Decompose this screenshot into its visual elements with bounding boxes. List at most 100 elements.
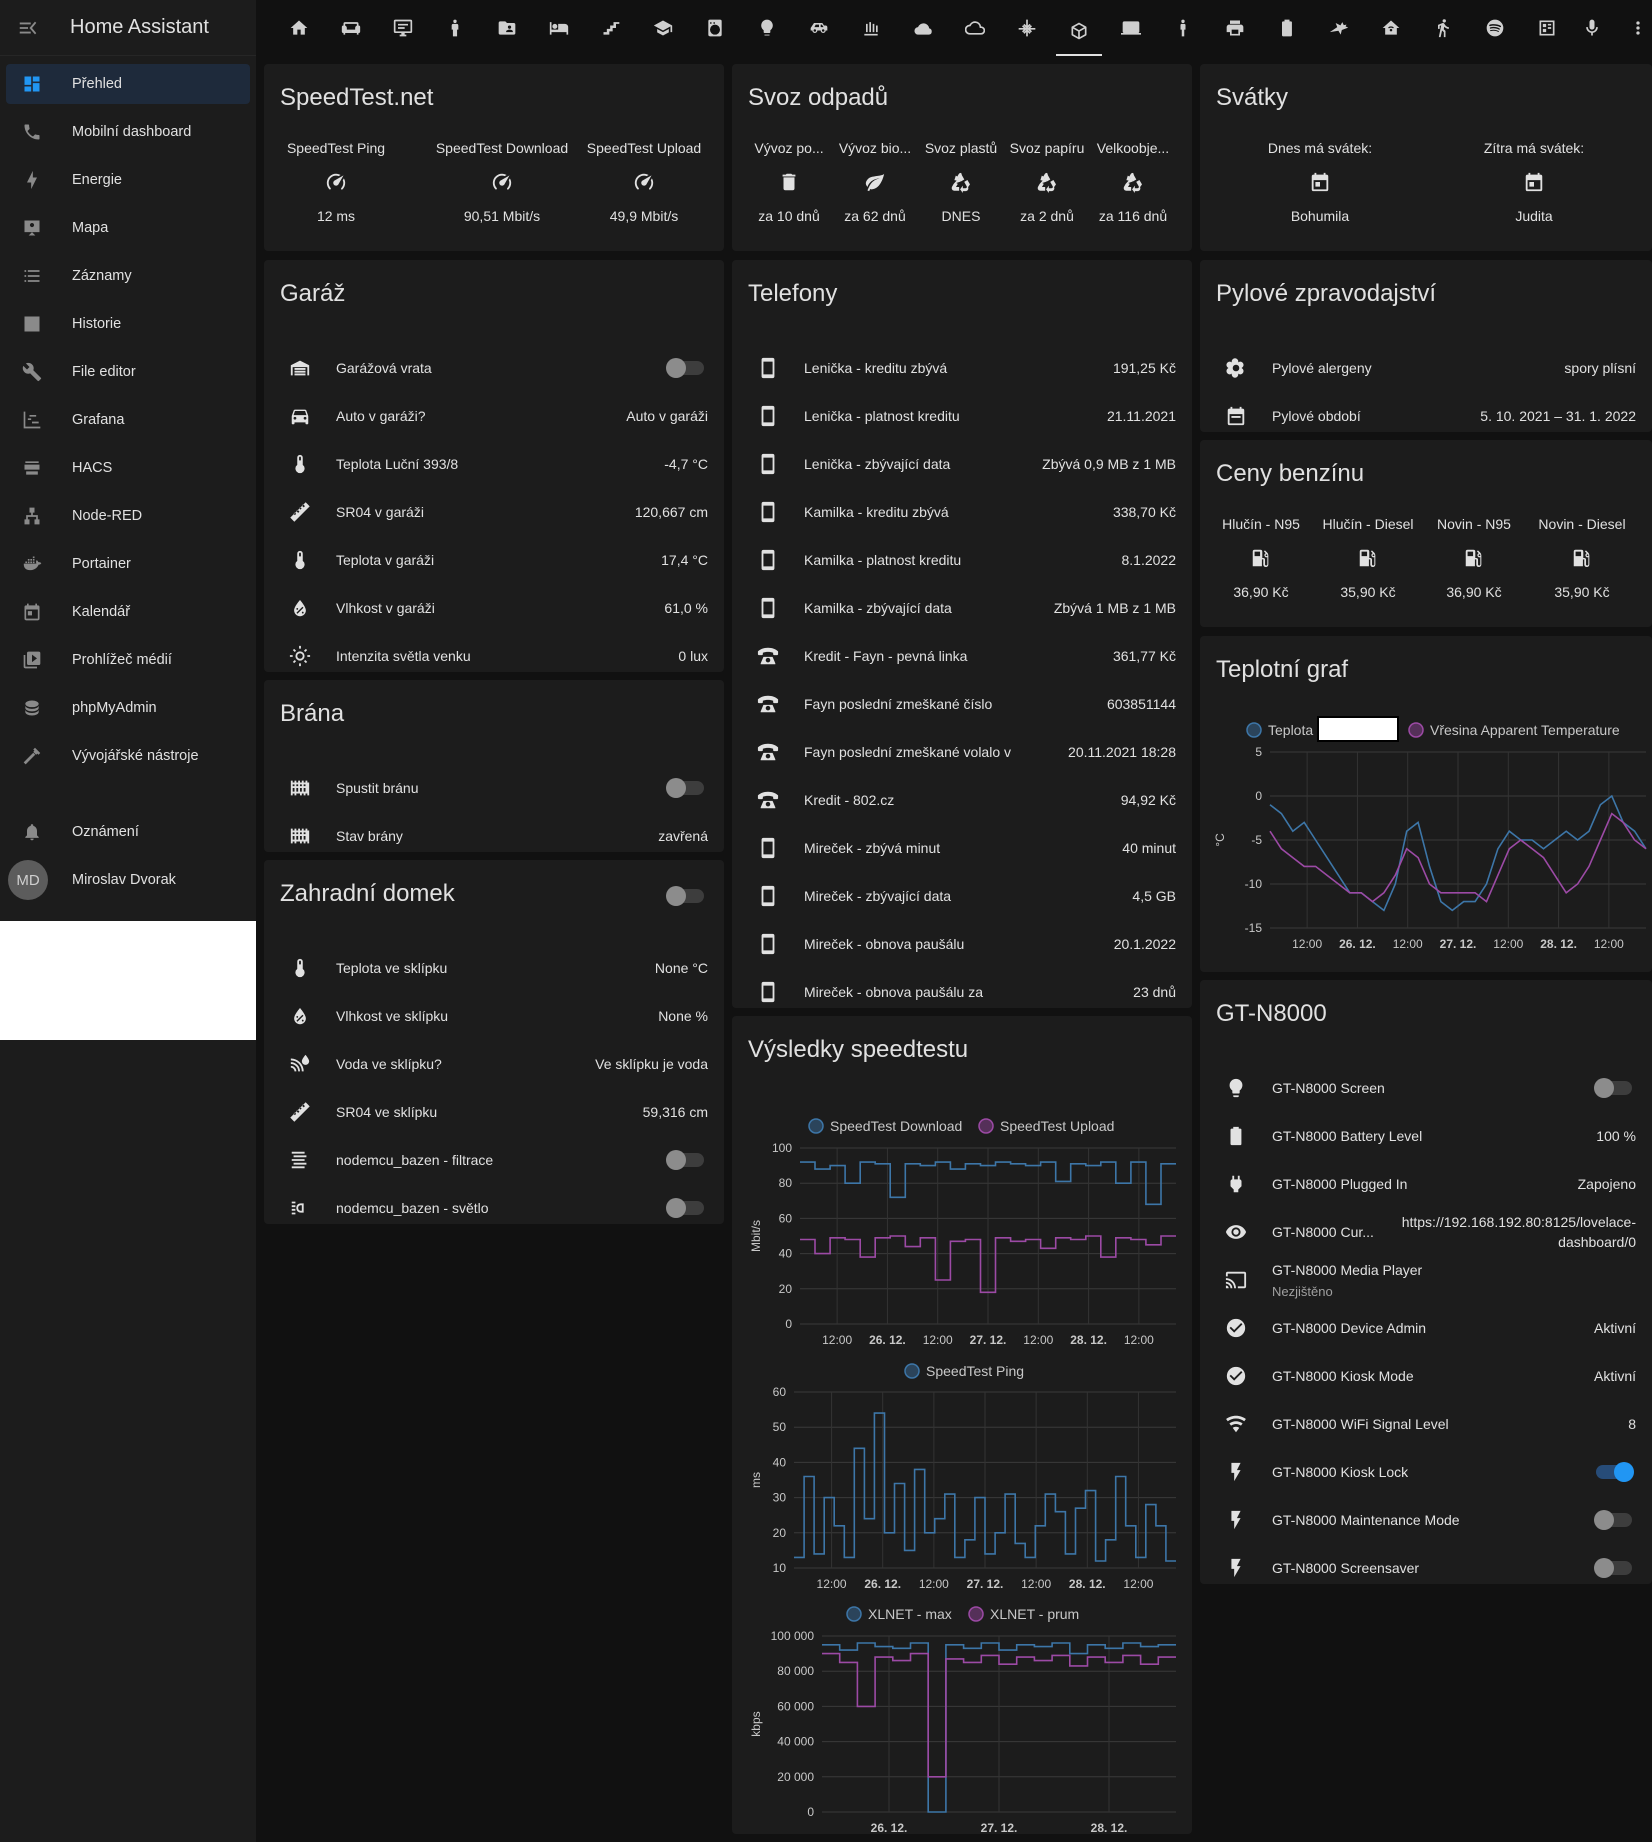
entity-row[interactable]: GT-N8000 Battery Level 100 % (1200, 1116, 1652, 1156)
sidebar-item-file-editor[interactable]: File editor (6, 352, 250, 392)
tab-washing[interactable] (692, 8, 738, 48)
menu-icon[interactable] (17, 17, 51, 39)
glance-item[interactable]: Svoz plastů DNES (918, 140, 1004, 230)
entity-row[interactable]: GT-N8000 Screen (1200, 1068, 1652, 1108)
tab-run[interactable] (1420, 8, 1466, 48)
entity-row[interactable]: GT-N8000 WiFi Signal Level 8 (1200, 1404, 1652, 1444)
sidebar-item-grafana[interactable]: Grafana (6, 400, 250, 440)
sidebar-item-historie[interactable]: Historie (6, 304, 250, 344)
tab-bed[interactable] (536, 8, 582, 48)
entity-row[interactable]: Fayn poslední zmeškané číslo 603851144 (732, 684, 1192, 724)
tab-sofa[interactable] (328, 8, 374, 48)
tab-monitor[interactable] (380, 8, 426, 48)
entity-toggle[interactable] (666, 1150, 704, 1170)
glance-item[interactable]: Novin - N95 36,90 Kč (1426, 516, 1522, 606)
entity-row[interactable]: Lenička - platnost kreditu 21.11.2021 (732, 396, 1192, 436)
sidebar-item-user[interactable]: MD Miroslav Dvorak (6, 860, 250, 900)
glance-item[interactable]: Zítra má svátek: Judita (1444, 140, 1624, 230)
entity-row[interactable]: Teplota v garáži 17,4 °C (264, 540, 724, 580)
entity-row[interactable]: GT-N8000 Media Player Nezjištěno (1200, 1260, 1652, 1300)
entity-row[interactable]: nodemcu_bazen - světlo (264, 1188, 724, 1228)
tab-school[interactable] (640, 8, 686, 48)
glance-item[interactable]: SpeedTest Ping 12 ms (280, 140, 392, 230)
glance-item[interactable]: SpeedTest Upload 49,9 Mbit/s (564, 140, 724, 230)
tab-home[interactable] (276, 8, 322, 48)
tab-spotify[interactable] (1472, 8, 1518, 48)
tab-weather[interactable] (900, 8, 946, 48)
entity-row[interactable]: Teplota ve sklípku None °C (264, 948, 724, 988)
entity-toggle[interactable] (1594, 1558, 1632, 1578)
entity-toggle[interactable] (666, 358, 704, 378)
dots-vertical-button[interactable] (1622, 12, 1652, 44)
entity-toggle[interactable] (666, 778, 704, 798)
tab-pool[interactable] (1524, 8, 1570, 48)
entity-row[interactable]: GT-N8000 Kiosk Mode Aktivní (1200, 1356, 1652, 1396)
tab-cube[interactable] (1056, 8, 1102, 56)
entity-row[interactable]: Lenička - zbývající data Zbývá 0,9 MB z 1… (732, 444, 1192, 484)
sidebar-item-z-znamy[interactable]: Záznamy (6, 256, 250, 296)
entity-row[interactable]: Kamilka - platnost kreditu 8.1.2022 (732, 540, 1192, 580)
tab-cloud[interactable] (952, 8, 998, 48)
glance-item[interactable]: Vývoz po... za 10 dnů (746, 140, 832, 230)
tab-lamp[interactable] (744, 8, 790, 48)
entity-row[interactable]: Lenička - kreditu zbývá 191,25 Kč (732, 348, 1192, 388)
entity-row[interactable]: Kredit - Fayn - pevná linka 361,77 Kč (732, 636, 1192, 676)
sidebar-item-prohl-e-m-di-[interactable]: Prohlížeč médií (6, 640, 250, 680)
entity-row[interactable]: Mireček - obnova paušálu 20.1.2022 (732, 924, 1192, 964)
glance-item[interactable]: Hlučín - Diesel 35,90 Kč (1318, 516, 1418, 606)
entity-row[interactable]: Kamilka - kreditu zbývá 338,70 Kč (732, 492, 1192, 532)
entity-row[interactable]: GT-N8000 Kiosk Lock (1200, 1452, 1652, 1492)
glance-item[interactable]: Svoz papíru za 2 dnů (1004, 140, 1090, 230)
entity-row[interactable]: GT-N8000 Maintenance Mode (1200, 1500, 1652, 1540)
tab-human-child[interactable] (432, 8, 478, 48)
glance-item[interactable]: Vývoz bio... za 62 dnů (832, 140, 918, 230)
sidebar-item-portainer[interactable]: Portainer (6, 544, 250, 584)
entity-toggle[interactable] (1594, 1078, 1632, 1098)
glance-item[interactable]: Velkoobje... za 116 dnů (1090, 140, 1176, 230)
tab-printer[interactable] (1212, 8, 1258, 48)
tab-laptop[interactable] (1108, 8, 1154, 48)
entity-row[interactable]: Voda ve sklípku? Ve sklípku je voda (264, 1044, 724, 1084)
tab-heat[interactable] (848, 8, 894, 48)
entity-row[interactable]: GT-N8000 Cur... https://192.168.192.80:81… (1200, 1212, 1652, 1252)
mic-button[interactable] (1576, 12, 1608, 44)
entity-row[interactable]: Mireček - zbývající data 4,5 GB (732, 876, 1192, 916)
entity-row[interactable]: Vlhkost ve sklípku None % (264, 996, 724, 1036)
glance-item[interactable]: Novin - Diesel 35,90 Kč (1530, 516, 1634, 606)
sidebar-item-v-voj-sk-n-stroje[interactable]: Vývojářské nástroje (6, 736, 250, 776)
tab-bird[interactable] (1316, 8, 1362, 48)
tab-car-side[interactable] (796, 8, 842, 48)
entity-row[interactable]: GT-N8000 Device Admin Aktivní (1200, 1308, 1652, 1348)
entity-row[interactable]: nodemcu_bazen - filtrace (264, 1140, 724, 1180)
sidebar-item-node-red[interactable]: Node-RED (6, 496, 250, 536)
entity-row[interactable]: Intenzita světla venku 0 lux (264, 636, 724, 676)
tab-folder-account[interactable] (484, 8, 530, 48)
sidebar-item-notifications[interactable]: Oznámení (6, 812, 250, 852)
tab-battery-tab[interactable] (1264, 8, 1310, 48)
entity-row[interactable]: Kredit - 802.cz 94,92 Kč (732, 780, 1192, 820)
entity-row[interactable]: Teplota Luční 393/8 -4,7 °C (264, 444, 724, 484)
sidebar-item-phpmyadmin[interactable]: phpMyAdmin (6, 688, 250, 728)
entity-row[interactable]: Fayn poslední zmeškané volalo v 20.11.202… (732, 732, 1192, 772)
entity-row[interactable]: Pylové alergeny spory plísní (1200, 348, 1652, 388)
entity-row[interactable]: Kamilka - zbývající data Zbývá 1 MB z 1 M… (732, 588, 1192, 628)
tab-ac[interactable] (1004, 8, 1050, 48)
entity-row[interactable]: Auto v garáži? Auto v garáži (264, 396, 724, 436)
sidebar-item-p-ehled[interactable]: Přehled (6, 64, 250, 104)
entity-row[interactable]: Garážová vrata (264, 348, 724, 388)
garden-house-toggle[interactable] (666, 886, 704, 906)
glance-item[interactable]: Hlučín - N95 36,90 Kč (1212, 516, 1310, 606)
sidebar-item-kalend-[interactable]: Kalendář (6, 592, 250, 632)
glance-item[interactable]: SpeedTest Download 90,51 Mbit/s (422, 140, 582, 230)
glance-item[interactable]: Dnes má svátek: Bohumila (1230, 140, 1410, 230)
tab-stairs[interactable] (588, 8, 634, 48)
tab-home-wifi[interactable] (1368, 8, 1414, 48)
entity-row[interactable]: GT-N8000 Plugged In Zapojeno (1200, 1164, 1652, 1204)
entity-row[interactable]: Mireček - zbývá minut 40 minut (732, 828, 1192, 868)
sidebar-item-energie[interactable]: Energie (6, 160, 250, 200)
entity-toggle[interactable] (666, 1198, 704, 1218)
entity-row[interactable]: Mireček - obnova paušálu za 23 dnů (732, 972, 1192, 1012)
tab-human-male[interactable] (1160, 8, 1206, 48)
sidebar-item-hacs[interactable]: HACS (6, 448, 250, 488)
entity-row[interactable]: Pylové období 5. 10. 2021 – 31. 1. 2022 (1200, 396, 1652, 436)
